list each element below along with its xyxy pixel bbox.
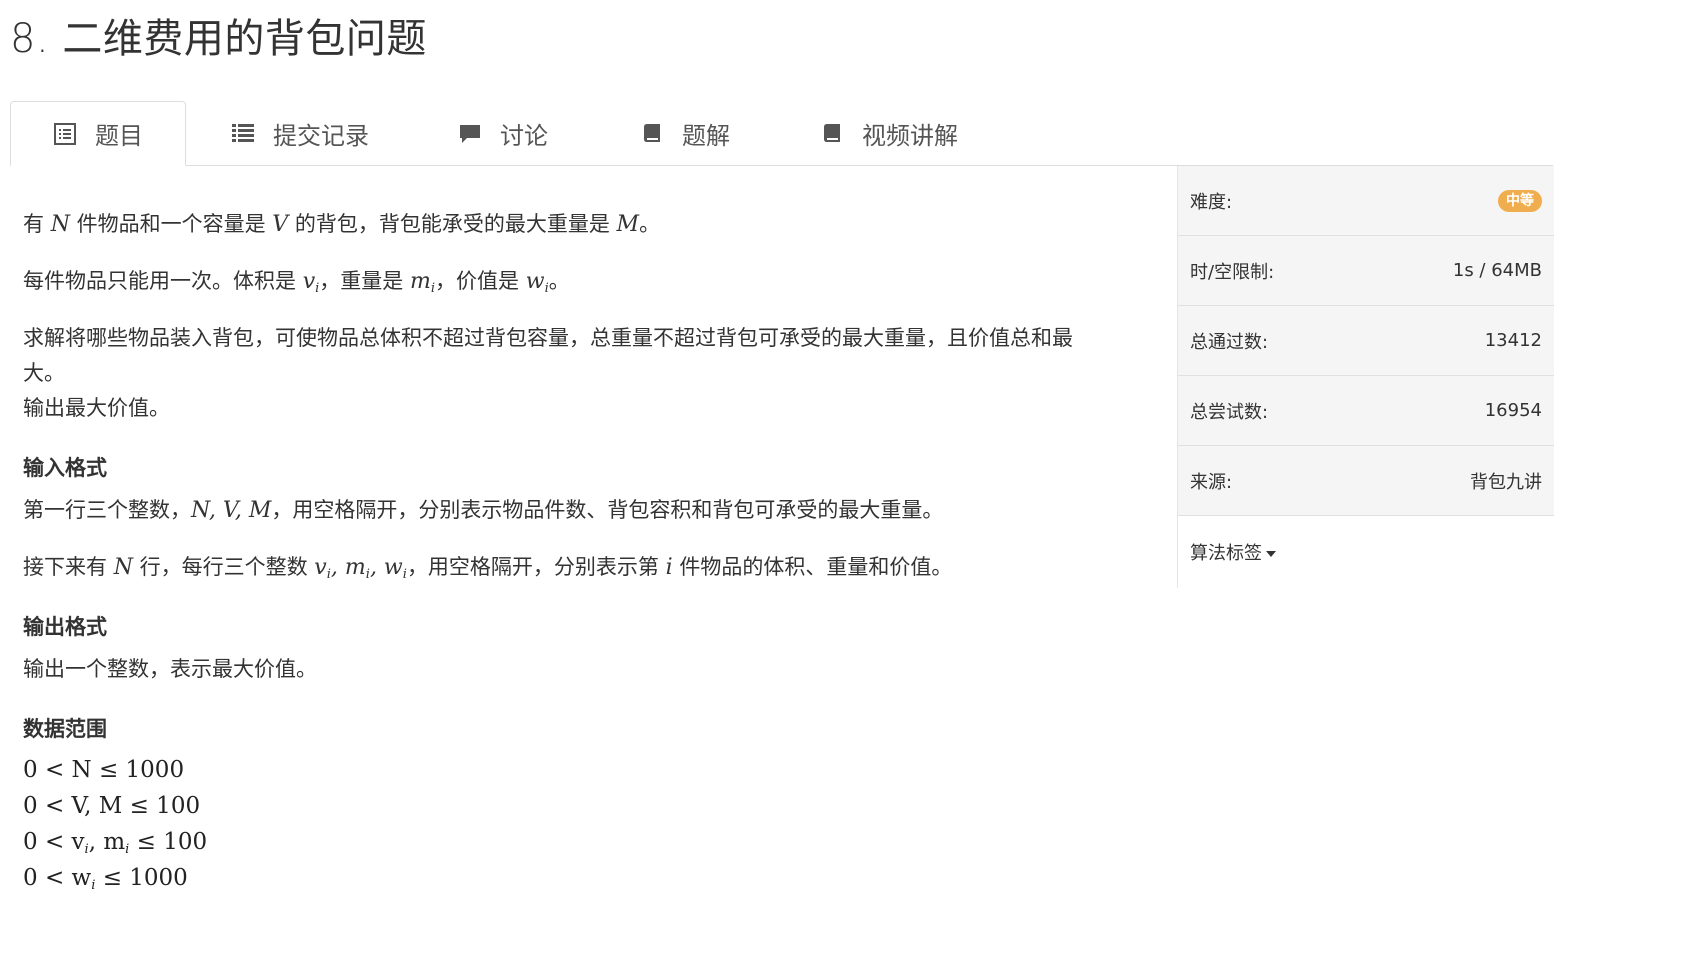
problem-paragraph: 大。 xyxy=(23,361,65,385)
problem-paragraph: 每件物品只能用一次。体积是 vi，重量是 mi，价值是 wi。 xyxy=(23,269,570,296)
problem-paragraph: 输出最大价值。 xyxy=(23,396,170,420)
passed-value: 13412 xyxy=(1484,330,1542,351)
comment-icon xyxy=(458,121,482,145)
source-row: 来源: 背包九讲 xyxy=(1178,446,1554,516)
section-heading: 数据范围 xyxy=(23,717,107,741)
output-paragraph: 输出一个整数，表示最大价值。 xyxy=(23,657,317,681)
tried-row: 总尝试数: 16954 xyxy=(1178,376,1554,446)
section-heading: 输入格式 xyxy=(23,456,107,480)
tab-submissions[interactable]: 提交记录 xyxy=(231,101,369,165)
caret-down-icon xyxy=(1266,551,1276,557)
tab-label: 题目 xyxy=(95,122,143,150)
difficulty-row: 难度: 中等 xyxy=(1178,166,1554,236)
range-line: 0 < N ≤ 1000 xyxy=(23,757,185,783)
list-alt-icon xyxy=(53,122,77,146)
limit-row: 时/空限制: 1s / 64MB xyxy=(1178,236,1554,306)
problem-paragraph: 有 N 件物品和一个容量是 V 的背包，背包能承受的最大重量是 M。 xyxy=(23,212,661,237)
tab-video[interactable]: 视频讲解 xyxy=(820,101,958,165)
range-line: 0 < wi ≤ 1000 xyxy=(23,865,188,893)
input-paragraph: 第一行三个整数，N, V, M，用空格隔开，分别表示物品件数、背包容积和背包可承… xyxy=(23,498,944,523)
book-icon xyxy=(640,121,664,145)
tab-discussion[interactable]: 讨论 xyxy=(458,101,548,165)
section-heading: 输出格式 xyxy=(23,615,107,639)
page-title: 8. 二维费用的背包问题 xyxy=(10,16,427,62)
passed-row: 总通过数: 13412 xyxy=(1178,306,1554,376)
tab-bar: 题目 提交记录 讨论 题解 视频讲解 xyxy=(10,101,1553,166)
tab-label: 讨论 xyxy=(500,121,548,150)
problem-info-sidebar: 难度: 中等 时/空限制: 1s / 64MB 总通过数: 13412 总尝试数… xyxy=(1177,166,1554,588)
tab-problem[interactable]: 题目 xyxy=(10,101,186,166)
tab-label: 题解 xyxy=(682,121,730,150)
difficulty-badge: 中等 xyxy=(1498,189,1542,212)
book-icon xyxy=(820,121,844,145)
tried-label: 总尝试数: xyxy=(1190,401,1269,423)
passed-label: 总通过数: xyxy=(1190,331,1269,353)
input-paragraph: 接下来有 N 行，每行三个整数 vi, mi, wi，用空格隔开，分别表示第 i… xyxy=(23,555,953,582)
source-label: 来源: xyxy=(1190,471,1233,493)
tab-label: 提交记录 xyxy=(273,121,369,150)
limit-label: 时/空限制: xyxy=(1190,261,1275,283)
difficulty-label: 难度: xyxy=(1190,191,1233,213)
tab-solutions[interactable]: 题解 xyxy=(640,101,730,165)
tried-value: 16954 xyxy=(1484,400,1542,421)
tags-row: 算法标签 xyxy=(1178,516,1554,588)
list-icon xyxy=(231,121,255,145)
source-value[interactable]: 背包九讲 xyxy=(1470,468,1542,494)
tab-label: 视频讲解 xyxy=(862,121,958,150)
limit-value: 1s / 64MB xyxy=(1452,260,1542,281)
problem-paragraph: 求解将哪些物品装入背包，可使物品总体积不超过背包容量，总重量不超过背包可承受的最… xyxy=(23,326,1073,350)
range-line: 0 < V, M ≤ 100 xyxy=(23,793,201,819)
tags-dropdown-toggle[interactable]: 算法标签 xyxy=(1190,539,1276,565)
